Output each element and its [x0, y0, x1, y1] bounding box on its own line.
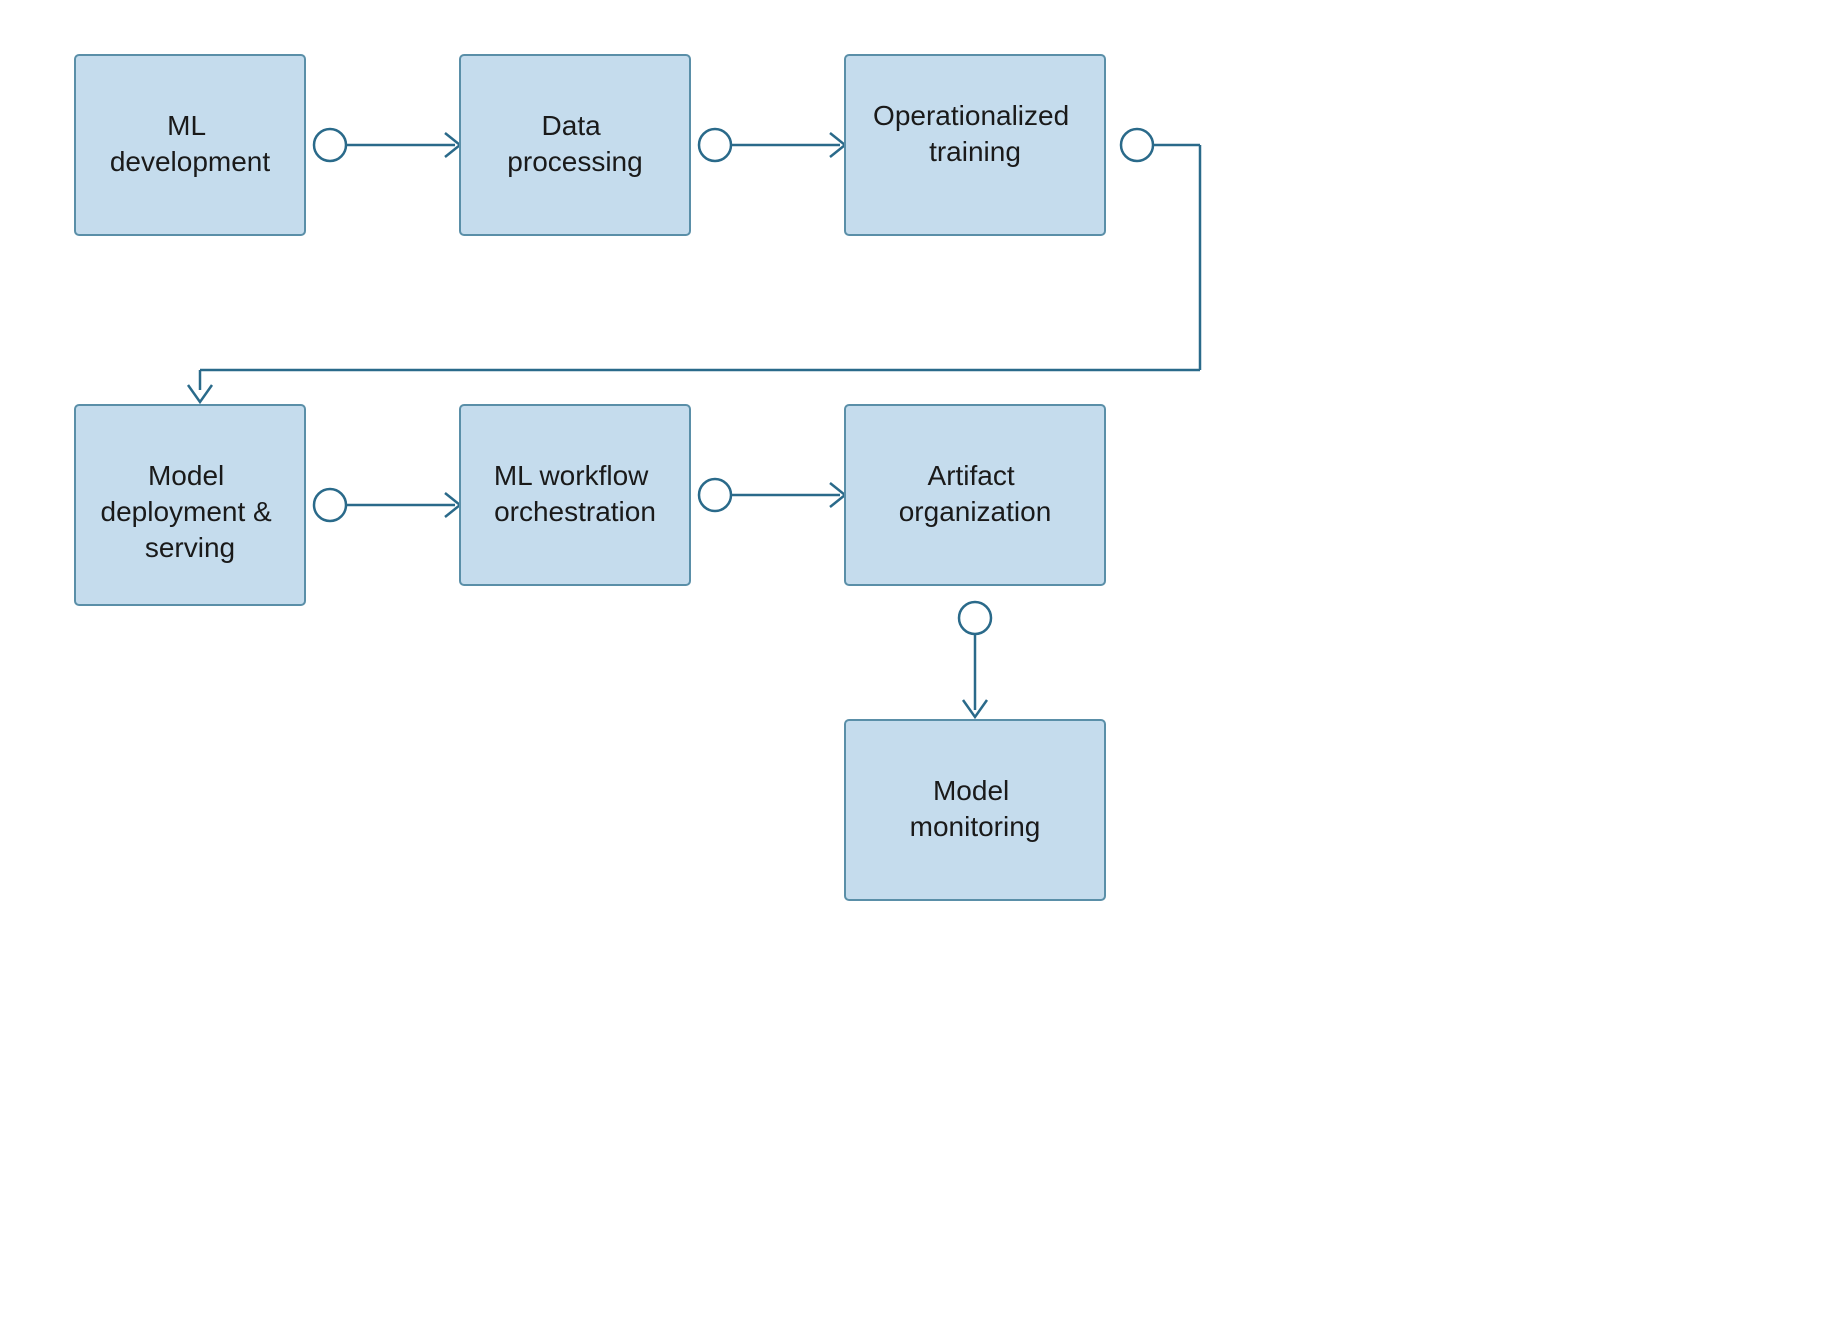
ml-dev-box[interactable]: [75, 55, 305, 235]
conn-circle-1: [314, 129, 346, 161]
conn-circle-5: [959, 602, 991, 634]
ml-workflow-box[interactable]: [460, 405, 690, 585]
conn-circle-3: [314, 489, 346, 521]
data-proc-box[interactable]: [460, 55, 690, 235]
artifact-org-box[interactable]: [845, 405, 1105, 585]
conn-circle-corner: [1121, 129, 1153, 161]
diagram-container: ML development Data processing Operation…: [0, 0, 1826, 1312]
model-monitor-box[interactable]: [845, 720, 1105, 900]
conn-circle-4: [699, 479, 731, 511]
conn-circle-2: [699, 129, 731, 161]
